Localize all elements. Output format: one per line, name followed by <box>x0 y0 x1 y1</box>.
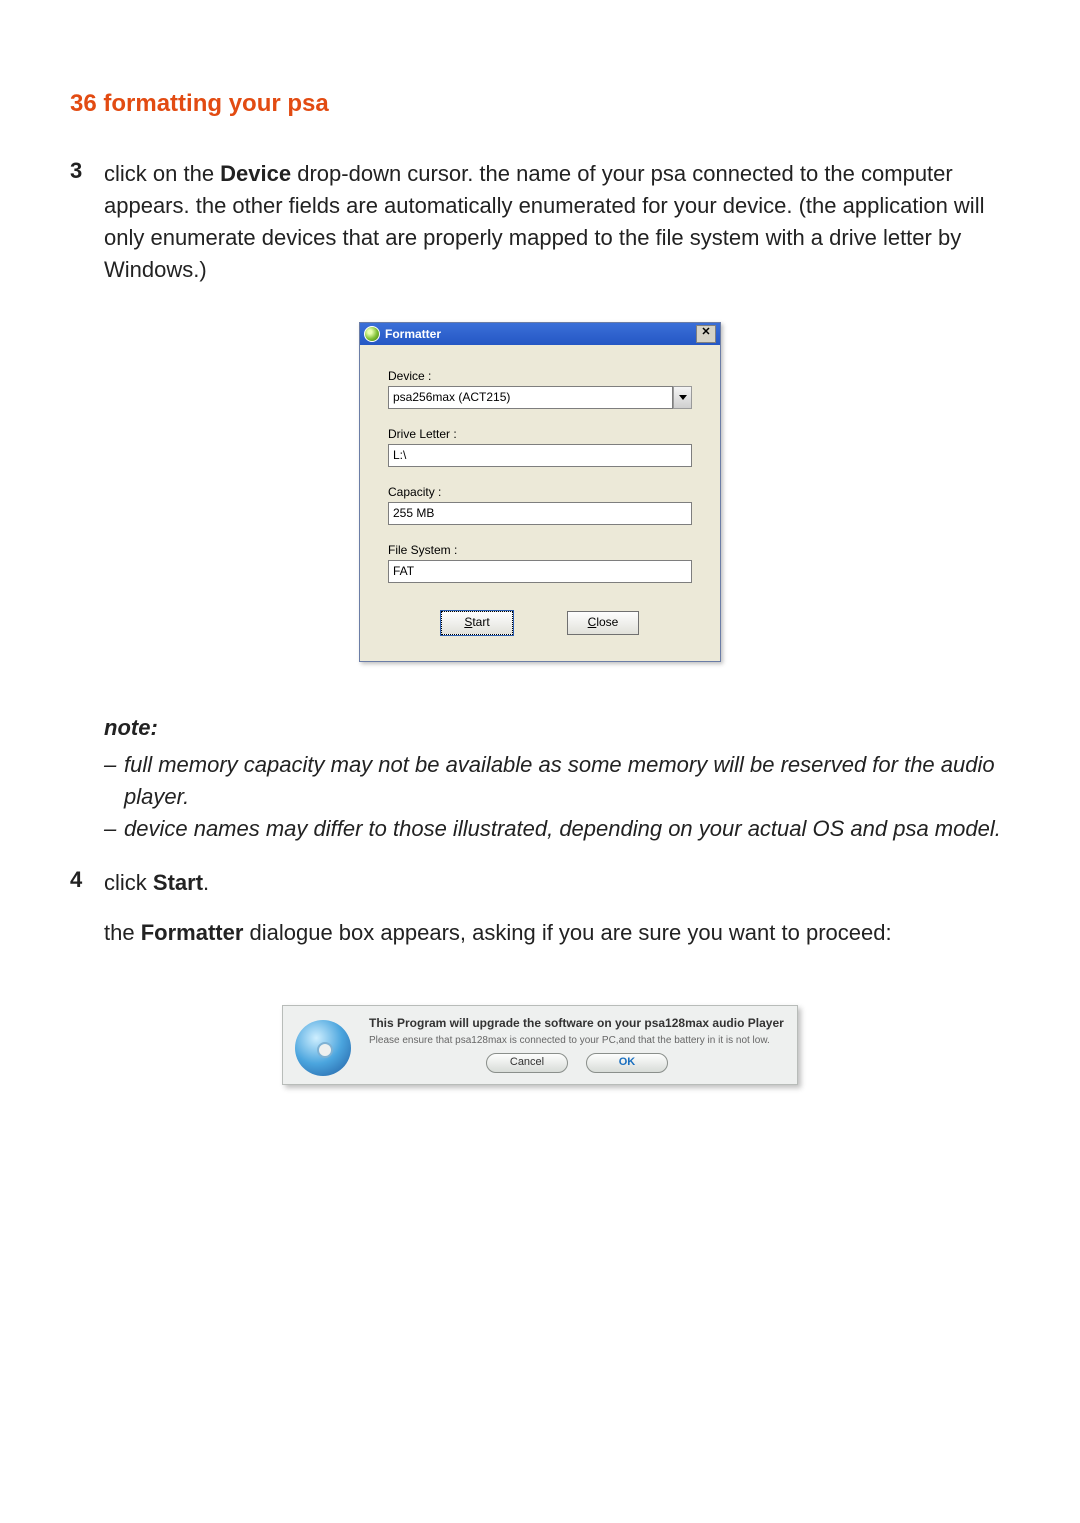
device-value: psa256max (ACT215) <box>388 386 673 409</box>
capacity-label: Capacity : <box>388 485 692 499</box>
text-fragment: . <box>203 870 209 895</box>
dialog-body: Device : psa256max (ACT215) Drive Letter… <box>360 345 720 661</box>
upgrade-subtitle: Please ensure that psa128max is connecte… <box>369 1034 785 1047</box>
ok-button[interactable]: OK <box>586 1053 668 1073</box>
formatter-dialog-wrap: Formatter ✕ Device : psa256max (ACT215) … <box>70 322 1010 662</box>
note-item-1: – full memory capacity may not be availa… <box>104 749 1010 813</box>
window-title: Formatter <box>385 327 696 341</box>
note-item-2: – device names may differ to those illus… <box>104 813 1010 845</box>
text-fragment: the <box>104 920 141 945</box>
step-text: click on the Device drop-down cursor. th… <box>104 158 1010 286</box>
chevron-down-icon[interactable] <box>673 386 692 409</box>
title-bar: Formatter ✕ <box>360 323 720 345</box>
note-colon: : <box>150 715 157 740</box>
paragraph: the Formatter dialogue box appears, aski… <box>104 917 1010 949</box>
note-title: note: <box>104 712 1010 744</box>
text-fragment: click on the <box>104 161 220 186</box>
note-text: full memory capacity may not be availabl… <box>124 749 1010 813</box>
page-heading: 36 formatting your psa <box>70 90 1010 118</box>
upgrade-dialog-wrap: This Program will upgrade the software o… <box>70 1005 1010 1085</box>
drive-letter-value: L:\ <box>388 444 692 467</box>
step-text: click Start. <box>104 867 209 899</box>
dash-icon: – <box>104 749 124 813</box>
step-number: 4 <box>70 867 104 899</box>
disc-icon <box>295 1020 351 1076</box>
note-text: device names may differ to those illustr… <box>124 813 1010 845</box>
file-system-label: File System : <box>388 543 692 557</box>
device-label: Device : <box>388 369 692 383</box>
step-number: 3 <box>70 158 104 286</box>
step-3: 3 click on the Device drop-down cursor. … <box>70 158 1010 286</box>
step-4: 4 click Start. <box>70 867 1010 899</box>
text-bold: Formatter <box>141 920 244 945</box>
text-fragment: click <box>104 870 153 895</box>
drive-letter-label: Drive Letter : <box>388 427 692 441</box>
note-word: note <box>104 715 150 740</box>
upgrade-text-area: This Program will upgrade the software o… <box>369 1016 785 1076</box>
text-fragment: dialogue box appears, asking if you are … <box>243 920 891 945</box>
heading-text: formatting your psa <box>103 90 328 117</box>
dash-icon: – <box>104 813 124 845</box>
note-block: note: – full memory capacity may not be … <box>104 712 1010 846</box>
start-button[interactable]: Start <box>441 611 513 635</box>
close-button[interactable]: Close <box>567 611 639 635</box>
app-icon <box>364 326 380 342</box>
file-system-value: FAT <box>388 560 692 583</box>
button-row: Start Close <box>388 611 692 643</box>
device-combo[interactable]: psa256max (ACT215) <box>388 386 692 409</box>
text-bold: Device <box>220 161 291 186</box>
close-icon[interactable]: ✕ <box>696 325 716 343</box>
upgrade-title: This Program will upgrade the software o… <box>369 1016 785 1032</box>
upgrade-dialog: This Program will upgrade the software o… <box>282 1005 798 1085</box>
text-bold: Start <box>153 870 203 895</box>
formatter-dialog: Formatter ✕ Device : psa256max (ACT215) … <box>359 322 721 662</box>
cancel-button[interactable]: Cancel <box>486 1053 568 1073</box>
upgrade-button-row: Cancel OK <box>369 1053 785 1073</box>
heading-number: 36 <box>70 90 103 117</box>
capacity-value: 255 MB <box>388 502 692 525</box>
